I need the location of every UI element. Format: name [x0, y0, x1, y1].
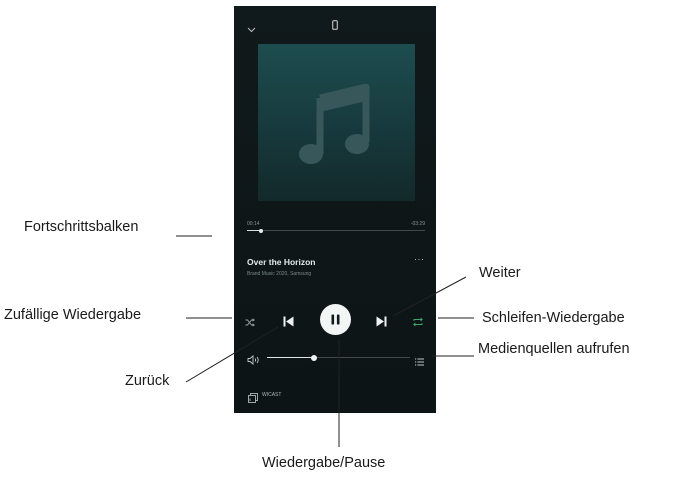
callout-next: Weiter [479, 265, 521, 281]
callout-media-sources: Medienquellen aufrufen [478, 341, 630, 357]
callout-play-pause: Wiedergabe/Pause [262, 455, 386, 471]
callout-back: Zurück [125, 373, 170, 389]
next-leader [392, 276, 467, 317]
back-leader [185, 326, 279, 383]
callout-progress-bar: Fortschrittsbalken [24, 219, 139, 235]
callout-lines [176, 235, 474, 447]
callout-loop: Schleifen-Wiedergabe [482, 310, 625, 326]
callout-shuffle: Zufällige Wiedergabe [4, 307, 142, 323]
